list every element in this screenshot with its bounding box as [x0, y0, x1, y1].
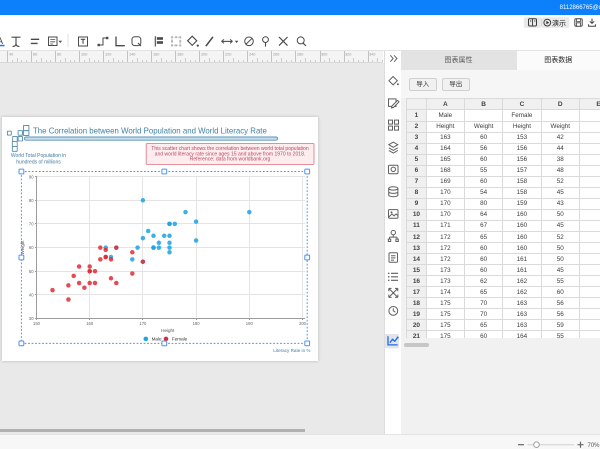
svg-text:World Total Population in: World Total Population in: [11, 153, 66, 159]
svg-text:The Correlation between World: The Correlation between World Population…: [33, 127, 267, 136]
svg-text:90: 90: [29, 174, 34, 179]
svg-text:70%: 70%: [588, 443, 600, 449]
svg-text:Male: Male: [152, 337, 162, 342]
svg-text:Weight: Weight: [20, 240, 25, 255]
svg-text:180: 180: [193, 321, 201, 326]
svg-text:A: A: [0, 36, 3, 46]
svg-text:hundreds of millions: hundreds of millions: [16, 160, 61, 166]
svg-text:Literacy Rate in %: Literacy Rate in %: [273, 348, 310, 353]
svg-text:150: 150: [33, 321, 41, 326]
svg-text:演示: 演示: [552, 18, 566, 27]
svg-text:60: 60: [29, 245, 34, 250]
svg-text:Reference: data from worldbank: Reference: data from worldbank.org: [190, 157, 271, 163]
svg-text:200: 200: [299, 321, 307, 326]
svg-text:50: 50: [29, 269, 34, 274]
svg-text:80: 80: [29, 198, 34, 203]
svg-text:70: 70: [29, 222, 34, 227]
svg-text:170: 170: [139, 321, 147, 326]
svg-text:Female: Female: [172, 337, 188, 342]
svg-text:Height: Height: [161, 328, 175, 333]
svg-text:160: 160: [86, 321, 94, 326]
svg-text:190: 190: [246, 321, 254, 326]
svg-text:40: 40: [29, 292, 34, 297]
